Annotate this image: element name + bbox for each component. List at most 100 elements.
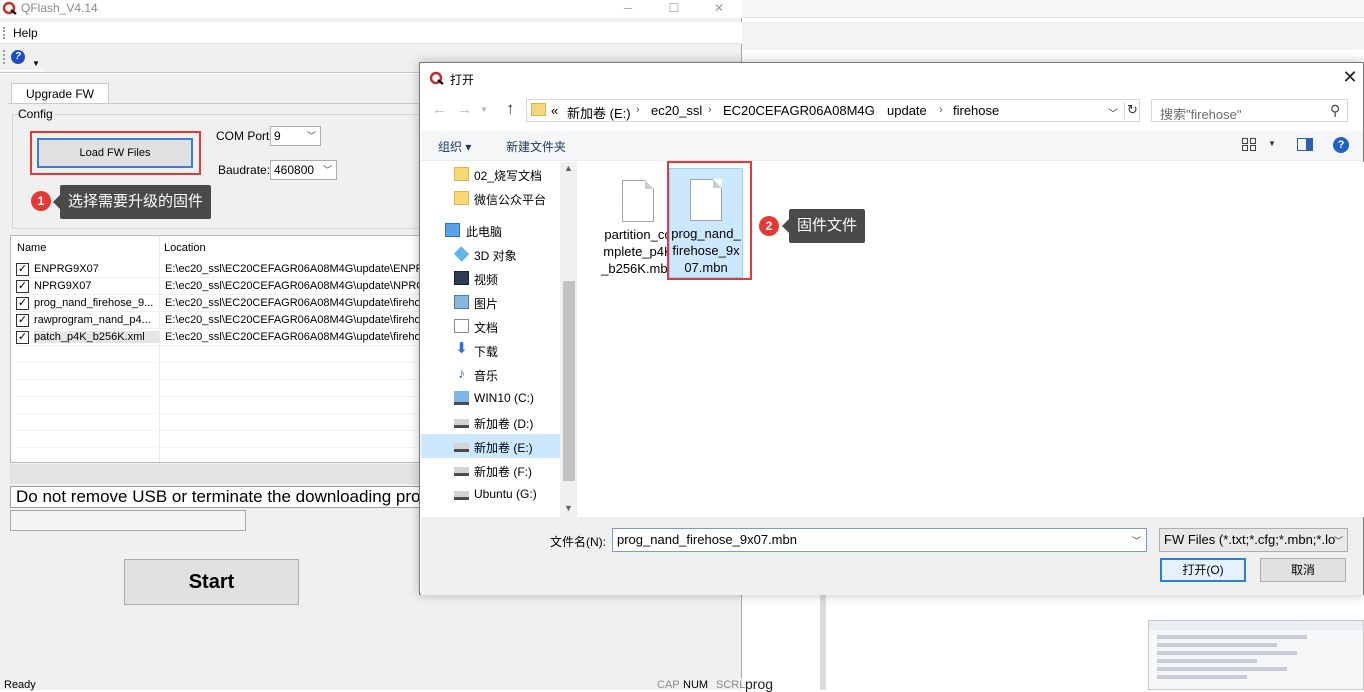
table-row[interactable]: ✓ ENPRG9X07 E:\ec20_ssl\EC20CEFAGR06A08M… (13, 261, 419, 278)
breadcrumb-separator-icon[interactable]: › (939, 104, 943, 116)
file-checkbox[interactable]: ✓ (16, 280, 29, 293)
breadcrumb-separator-icon[interactable]: › (636, 104, 640, 116)
scroll-down-icon[interactable]: ▼ (564, 503, 573, 513)
num-lock-indicator: NUM (683, 679, 709, 691)
help-icon[interactable]: ? (1333, 137, 1349, 153)
folder-icon (454, 167, 469, 181)
chevron-down-icon[interactable]: ﹀ (1334, 534, 1343, 547)
maximize-button[interactable]: ☐ (660, 0, 688, 18)
nav-item-downloads[interactable]: ⬇ 下载 (421, 338, 561, 362)
scrollbar-thumb[interactable] (563, 281, 575, 481)
nav-item-label: 图片 (474, 297, 499, 311)
nav-item-pictures[interactable]: 图片 (421, 290, 561, 314)
file-type-filter[interactable]: FW Files (*.txt;*.cfg;*.mbn;*.lo (1159, 528, 1348, 552)
up-arrow-icon[interactable]: ↑ (506, 99, 515, 119)
file-location: E:\ec20_ssl\EC20CEFAGR06A08M4G\update\EN… (165, 263, 419, 275)
close-button[interactable]: ✕ (705, 0, 733, 18)
cancel-button[interactable]: 取消 (1260, 558, 1346, 582)
nav-item-drive-e[interactable]: 新加卷 (E:) (421, 434, 561, 458)
window-title: QFlash_V4.14 (21, 1, 98, 15)
nav-item-drive-f[interactable]: 新加卷 (F:) (421, 458, 561, 482)
nav-item-documents[interactable]: 文档 (421, 314, 561, 338)
command-bar: 组织 ▾ 新建文件夹 ▼ ? (421, 131, 1363, 161)
nav-item-drive-d[interactable]: 新加卷 (D:) (421, 410, 561, 434)
file-checkbox[interactable]: ✓ (16, 263, 29, 276)
breadcrumb-firehose[interactable]: firehose (953, 103, 999, 118)
breadcrumb-separator-icon[interactable]: › (708, 104, 712, 116)
file-checkbox[interactable]: ✓ (16, 331, 29, 344)
chevron-down-icon[interactable]: ﹀ (1108, 105, 1118, 120)
recent-locations-chevron-icon[interactable]: ▼ (480, 105, 488, 114)
nav-item-label: 文档 (474, 321, 499, 335)
firmware-file-list[interactable]: Name Location ✓ ENPRG9X07 E:\ec20_ssl\EC… (10, 235, 420, 463)
nav-item-label: 微信公众平台 (474, 193, 547, 207)
back-arrow-icon[interactable]: ← (432, 101, 447, 118)
baudrate-select[interactable]: 460800 ﹀ (270, 160, 337, 180)
nav-item-label: 02_烧写文档 (474, 169, 543, 183)
organize-button[interactable]: 组织 ▾ (438, 138, 471, 155)
nav-item-drive-g[interactable]: Ubuntu (G:) (421, 482, 561, 506)
search-input[interactable]: 搜索"firehose" ⚲ (1151, 99, 1348, 122)
file-icon (622, 180, 654, 222)
table-row[interactable]: ✓ patch_p4K_b256K.xml E:\ec20_ssl\EC20CE… (13, 329, 419, 346)
empty-row (13, 397, 419, 414)
open-file-dialog: 打开 ✕ ← → ▼ ↑ « 新加卷 (E:) › ec20_ssl › EC2… (419, 62, 1364, 595)
table-row[interactable]: ✓ NPRG9X07 E:\ec20_ssl\EC20CEFAGR06A08M4… (13, 278, 419, 295)
chevron-down-icon[interactable]: ▼ (1268, 139, 1276, 148)
breadcrumb-update[interactable]: update (887, 103, 927, 118)
dialog-close-button[interactable]: ✕ (1340, 67, 1360, 88)
breadcrumb-ec20-ssl[interactable]: ec20_ssl (651, 103, 702, 118)
warning-message: Do not remove USB or terminate the downl… (10, 486, 422, 508)
com-port-select[interactable]: 9 ﹀ (270, 126, 321, 146)
nav-item-label: 3D 对象 (474, 249, 517, 263)
address-bar[interactable]: « 新加卷 (E:) › ec20_ssl › EC20CEFAGR06A08M… (526, 99, 1140, 122)
toolbar-overflow-icon[interactable]: ▼ (32, 59, 40, 68)
help-icon[interactable]: ? (11, 50, 25, 64)
drive-icon (454, 467, 469, 476)
nav-item-drive-c[interactable]: WIN10 (C:) (421, 386, 561, 410)
nav-item-videos[interactable]: 视频 (421, 266, 561, 290)
new-folder-button[interactable]: 新建文件夹 (506, 138, 566, 155)
scroll-up-icon[interactable]: ▲ (564, 163, 573, 173)
status-text: Ready (4, 679, 36, 691)
nav-item-02-docs[interactable]: 02_烧写文档 (421, 162, 561, 186)
minimize-button[interactable]: ─ (614, 0, 642, 18)
config-label: Config (18, 107, 55, 121)
nav-item-music[interactable]: ♪ 音乐 (421, 362, 561, 386)
search-icon[interactable]: ⚲ (1330, 102, 1340, 119)
nav-item-wechat[interactable]: 微信公众平台 (421, 186, 561, 210)
forward-arrow-icon[interactable]: → (457, 101, 472, 118)
table-row[interactable]: ✓ prog_nand_firehose_9... E:\ec20_ssl\EC… (13, 295, 419, 312)
table-row[interactable]: ✓ rawprogram_nand_p4... E:\ec20_ssl\EC20… (13, 312, 419, 329)
breadcrumb-overflow[interactable]: « (551, 103, 558, 118)
breadcrumb-ec20cefagr[interactable]: EC20CEFAGR06A08M4G (723, 103, 875, 118)
toolbar: ? ▼ (0, 45, 44, 71)
menu-help[interactable]: Help (13, 26, 38, 40)
chevron-down-icon[interactable]: ﹀ (1132, 534, 1141, 547)
nav-item-label: 视频 (474, 273, 499, 287)
breadcrumb-drive-e[interactable]: 新加卷 (E:) (567, 103, 631, 122)
file-checkbox[interactable]: ✓ (16, 314, 29, 327)
refresh-icon[interactable]: ↻ (1124, 102, 1140, 119)
drive-icon (454, 491, 469, 500)
column-header-location[interactable]: Location (164, 242, 206, 254)
open-button[interactable]: 打开(O) (1160, 558, 1246, 582)
tab-upgrade-fw[interactable]: Upgrade FW (11, 83, 109, 104)
start-button[interactable]: Start (124, 559, 299, 605)
quectel-logo-icon (429, 71, 444, 85)
folder-icon (454, 191, 469, 205)
load-fw-files-button[interactable]: Load FW Files (37, 138, 193, 168)
filename-input[interactable]: prog_nand_firehose_9x07.mbn (612, 528, 1147, 552)
nav-item-label: Ubuntu (G:) (474, 487, 537, 501)
nav-item-3d-objects[interactable]: 3D 对象 (421, 242, 561, 266)
column-header-name[interactable]: Name (17, 242, 46, 254)
com-port-value: 9 (274, 129, 281, 143)
file-checkbox[interactable]: ✓ (16, 297, 29, 310)
nav-item-this-pc[interactable]: 此电脑 (421, 218, 561, 242)
view-options-icon[interactable] (1242, 138, 1256, 151)
preview-pane-icon[interactable] (1297, 138, 1313, 151)
breadcrumb-separator-icon[interactable]: › (871, 104, 875, 116)
documents-icon (454, 319, 469, 333)
file-name: prog_nand_firehose_9... (34, 297, 154, 309)
filename-label: 文件名(N): (550, 535, 606, 549)
